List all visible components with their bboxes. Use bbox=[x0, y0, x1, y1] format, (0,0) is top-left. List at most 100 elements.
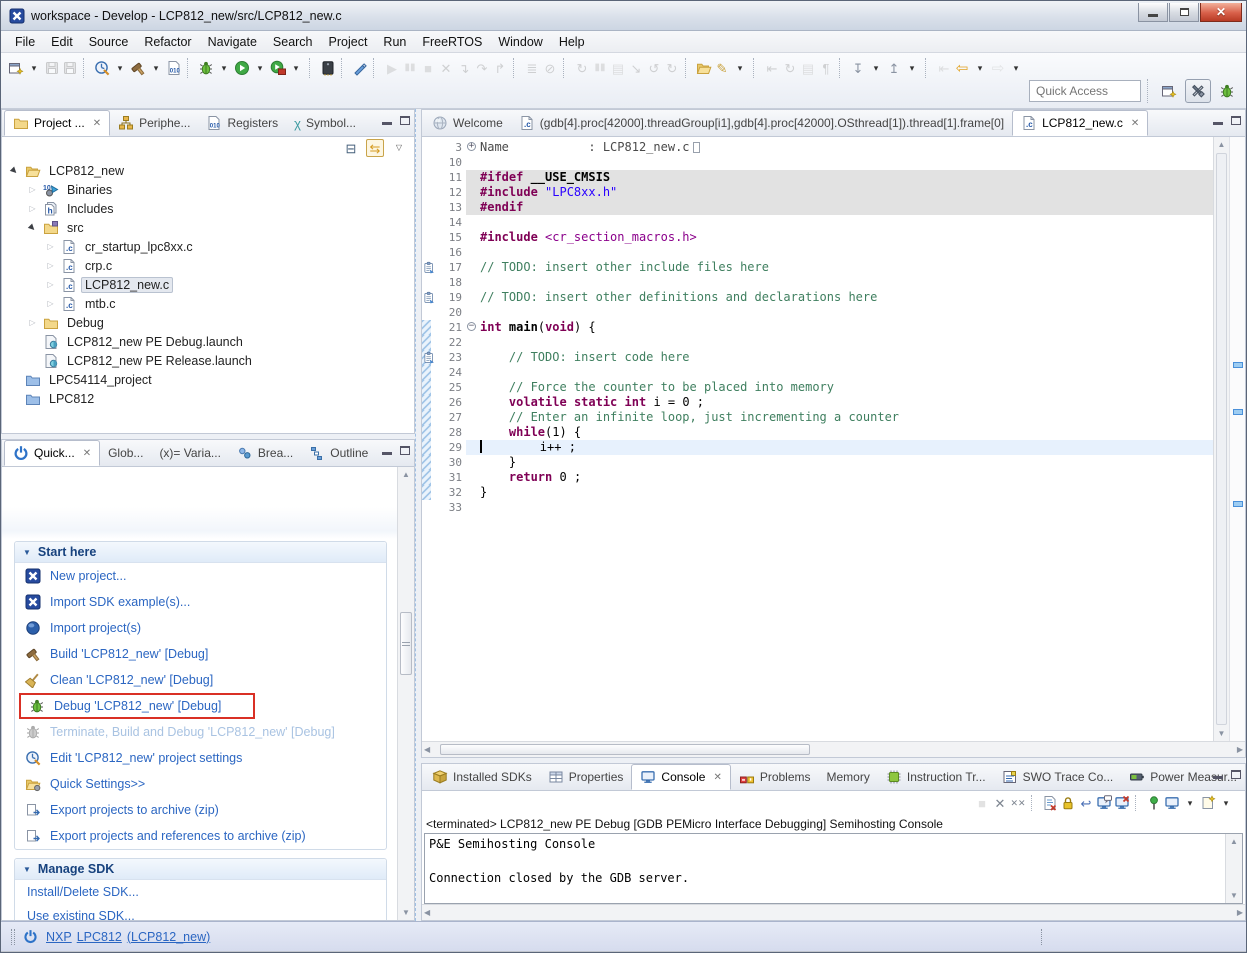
quickstart-tab[interactable]: (x)= Varia... bbox=[151, 440, 228, 466]
debug-perspective-button[interactable] bbox=[1214, 79, 1240, 103]
maximize-view-button[interactable] bbox=[400, 446, 410, 455]
binary-file-button[interactable] bbox=[165, 57, 183, 79]
code-text[interactable]: return 0 ; bbox=[480, 470, 1213, 485]
scroll-up-arrow[interactable]: ▲ bbox=[1230, 834, 1238, 849]
code-line-13[interactable]: 13#endif bbox=[422, 200, 1213, 215]
project-clock-button[interactable] bbox=[93, 57, 111, 79]
code-line-24[interactable]: 24 bbox=[422, 365, 1213, 380]
code-text[interactable]: #endif bbox=[480, 200, 1213, 215]
status-drag-handle[interactable] bbox=[11, 929, 15, 945]
back-history-button[interactable]: ⇤ bbox=[935, 57, 953, 79]
menu-source[interactable]: Source bbox=[81, 33, 137, 51]
code-line-28[interactable]: 28 while(1) { bbox=[422, 425, 1213, 440]
forward-dropdown[interactable]: ▾ bbox=[1007, 57, 1025, 79]
quickstart-link-install-delete-sdk-[interactable]: Install/Delete SDK... bbox=[15, 880, 386, 904]
code-line-25[interactable]: 25 // Force the counter to be placed int… bbox=[422, 380, 1213, 395]
disconnect-button[interactable]: ✕ bbox=[437, 57, 455, 79]
tree-item-includes[interactable]: ▷Includes bbox=[2, 199, 414, 218]
code-text[interactable] bbox=[480, 245, 1213, 260]
skip-breakpoints-button[interactable]: ⊘ bbox=[541, 57, 559, 79]
suspend-button[interactable]: ▮▮ bbox=[591, 57, 609, 79]
terminate-console-button[interactable]: ■ bbox=[973, 792, 991, 814]
editor-vscrollbar[interactable]: ▲ ▼ bbox=[1213, 137, 1229, 741]
quickstart-scrollbar[interactable]: ▲ ▼ bbox=[397, 467, 414, 920]
console-vscrollbar[interactable]: ▲ ▼ bbox=[1225, 834, 1242, 903]
explorer-tab[interactable]: χSymbol... bbox=[286, 110, 364, 136]
maximize-view-button[interactable] bbox=[1231, 116, 1241, 125]
save-button[interactable] bbox=[43, 57, 61, 79]
tree-expander-icon[interactable]: ▷ bbox=[44, 261, 57, 270]
tree-item-crp-c[interactable]: ▷crp.c bbox=[2, 256, 414, 275]
console-output[interactable]: P&E Semihosting Console Connection close… bbox=[425, 834, 1225, 903]
tree-expander-icon[interactable]: ▷ bbox=[26, 318, 39, 327]
display-console-button[interactable] bbox=[1163, 792, 1181, 814]
tree-expander-icon[interactable]: ▷ bbox=[44, 280, 57, 289]
run-attach-dropdown[interactable]: ▾ bbox=[287, 57, 305, 79]
mark-occurrences-button[interactable]: ✎ bbox=[713, 57, 731, 79]
status-link-lpc812[interactable]: LPC812 bbox=[77, 930, 122, 944]
develop-perspective-button[interactable] bbox=[1185, 79, 1211, 103]
code-text[interactable]: // Enter an infinite loop, just incremen… bbox=[480, 410, 1213, 425]
menu-file[interactable]: File bbox=[7, 33, 43, 51]
code-line-22[interactable]: 22 bbox=[422, 335, 1213, 350]
code-line-19[interactable]: 19// TODO: insert other definitions and … bbox=[422, 290, 1213, 305]
scroll-down-arrow[interactable]: ▼ bbox=[1230, 888, 1238, 903]
editor-tab[interactable]: LCP812_new.c✕ bbox=[1012, 110, 1148, 136]
code-text[interactable]: // TODO: insert other definitions and de… bbox=[480, 290, 1213, 305]
overview-task-marker[interactable] bbox=[1233, 409, 1243, 415]
run-button[interactable] bbox=[233, 57, 251, 79]
code-text[interactable]: } bbox=[480, 485, 1213, 500]
quickstart-tab[interactable]: Outline bbox=[301, 440, 376, 466]
open-element-button[interactable] bbox=[695, 57, 713, 79]
quickstart-link-clean-lcp812-new-debug-[interactable]: Clean 'LCP812_new' [Debug] bbox=[15, 667, 386, 693]
fold-marker[interactable]: − bbox=[466, 320, 480, 335]
quickstart-tab[interactable]: Brea... bbox=[229, 440, 301, 466]
explorer-tab[interactable]: Project ...✕ bbox=[4, 110, 110, 136]
quickstart-link-export-projects-and-references-to-archiv[interactable]: Export projects and references to archiv… bbox=[15, 823, 386, 849]
tree-item-mtb-c[interactable]: ▷mtb.c bbox=[2, 294, 414, 313]
code-text[interactable] bbox=[480, 155, 1213, 170]
remove-launch-button[interactable]: ✕ bbox=[991, 792, 1009, 814]
quickstart-link-edit-lcp812-new-project-settings[interactable]: Edit 'LCP812_new' project settings bbox=[15, 745, 386, 771]
menu-help[interactable]: Help bbox=[551, 33, 593, 51]
show-list-button[interactable]: ▤ bbox=[799, 57, 817, 79]
minimize-button[interactable] bbox=[1138, 3, 1168, 22]
menu-project[interactable]: Project bbox=[321, 33, 376, 51]
code-text[interactable]: #include "LPC8xx.h" bbox=[480, 185, 1213, 200]
editor-tab[interactable]: Welcome bbox=[424, 110, 511, 136]
mark-occurrences-dropdown[interactable]: ▾ bbox=[731, 57, 749, 79]
code-text[interactable]: // TODO: insert code here bbox=[480, 350, 1213, 365]
editor-tab[interactable]: (gdb[4].proc[42000].threadGroup[i1],gdb[… bbox=[511, 110, 1012, 136]
terminate-button[interactable]: ■ bbox=[419, 57, 437, 79]
code-text[interactable] bbox=[480, 500, 1213, 515]
step-over-button[interactable]: ↷ bbox=[473, 57, 491, 79]
tree-expander-icon[interactable]: ▷ bbox=[26, 185, 39, 194]
code-text[interactable]: // TODO: insert other include files here bbox=[480, 260, 1213, 275]
tree-item-lpc812[interactable]: LPC812 bbox=[2, 389, 414, 408]
quickstart-link-debug-lcp812-new-debug-[interactable]: Debug 'LCP812_new' [Debug] bbox=[25, 696, 225, 716]
close-button[interactable]: ✕ bbox=[1200, 3, 1242, 22]
console-tab[interactable]: SWO Trace Co... bbox=[994, 764, 1122, 790]
step-back-button[interactable]: ↺ bbox=[645, 57, 663, 79]
run-dropdown[interactable]: ▾ bbox=[251, 57, 269, 79]
step-return-button[interactable]: ↱ bbox=[491, 57, 509, 79]
quickstart-link-use-existing-sdk-[interactable]: Use existing SDK... bbox=[15, 904, 386, 920]
stderr-console-button[interactable] bbox=[1113, 792, 1131, 814]
code-line-31[interactable]: 31 return 0 ; bbox=[422, 470, 1213, 485]
close-tab-icon[interactable]: ✕ bbox=[83, 448, 91, 459]
code-text[interactable] bbox=[480, 305, 1213, 320]
code-text[interactable]: i++ ; bbox=[480, 440, 1213, 455]
code-line-14[interactable]: 14 bbox=[422, 215, 1213, 230]
code-text[interactable]: } bbox=[480, 455, 1213, 470]
prev-annotation-dropdown[interactable]: ▾ bbox=[903, 57, 921, 79]
scroll-left-arrow[interactable]: ◀ bbox=[424, 742, 430, 757]
next-annotation-dropdown[interactable]: ▾ bbox=[867, 57, 885, 79]
code-line-11[interactable]: 11#ifdef __USE_CMSIS bbox=[422, 170, 1213, 185]
section-header[interactable]: ▼Manage SDK bbox=[15, 859, 386, 880]
scroll-down-arrow[interactable]: ▼ bbox=[402, 905, 410, 920]
scroll-right-arrow[interactable]: ▶ bbox=[1237, 905, 1243, 920]
fold-marker[interactable]: + bbox=[466, 140, 480, 155]
quickstart-link-import-sdk-example-s-[interactable]: Import SDK example(s)... bbox=[15, 589, 386, 615]
overview-task-marker[interactable] bbox=[1233, 501, 1243, 507]
tree-item-lcp812-new-c[interactable]: ▷LCP812_new.c bbox=[2, 275, 414, 294]
